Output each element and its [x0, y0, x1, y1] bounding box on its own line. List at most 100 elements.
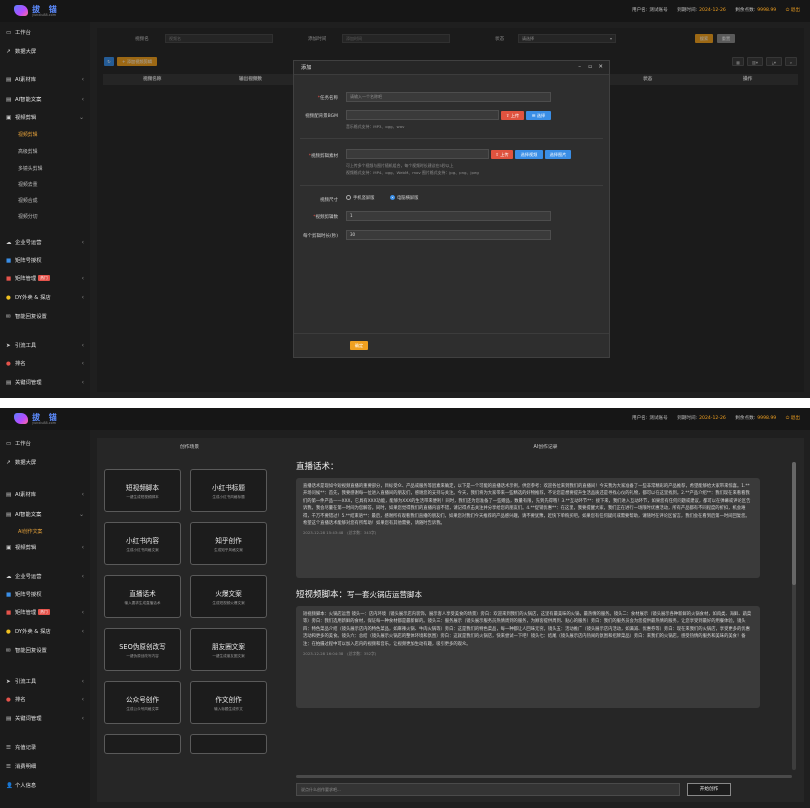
scene-card-hot-copy[interactable]: 火爆文案 生成短视频火爆文案 [190, 575, 267, 618]
prompt-input[interactable]: 说点什么创作要求吧... [296, 783, 680, 796]
sidebar-sub-video-edit[interactable]: 视频剪辑 [0, 129, 90, 141]
material-input[interactable] [346, 149, 489, 159]
top-bar: 拔 锚 yunxiu88.com 用户名: 测试账号 到期时间: 2024-12-2… [0, 0, 810, 22]
sidebar-sub-split[interactable]: 视频分切 [0, 211, 90, 223]
size-option-landscape[interactable]: 电脑横屏版 [390, 195, 418, 201]
choose-image-button[interactable]: 选择图片 [545, 150, 571, 159]
sidebar-item-traffic[interactable]: ➤ 引流工具 ‹ [0, 340, 90, 352]
sidebar-item-dy-food[interactable]: ● DY外卖 & 探店 ‹ [0, 292, 90, 304]
logo-mark-icon [14, 5, 28, 16]
sidebar-item-material[interactable]: ▤ AI素材库 ‹ [0, 489, 90, 501]
logout-button[interactable]: ⏻ 退出 [786, 416, 800, 421]
sidebar-item-copywriting[interactable]: ▤ AI智能文案 ‹ [0, 94, 90, 106]
scene-card-xhs-title[interactable]: 小红书标题 生成小红书风格标题 [190, 469, 267, 512]
radio-icon [346, 195, 351, 200]
doc-icon: ▤ [6, 716, 12, 722]
send-icon: ➤ [6, 679, 11, 685]
sidebar-item-dy-food[interactable]: ● DY外卖 & 探店 ‹ [0, 626, 90, 638]
choose-video-button[interactable]: 选择视频 [515, 150, 543, 159]
message-body: 直播话术是现如今短视频直播的重要部分，目标受众、产品或服务等因素来确定，以下是一… [303, 484, 751, 527]
bgm-input[interactable] [346, 110, 499, 120]
sidebar: ▭ 工作台 ↗ 数据大屏 ▤ AI素材库 ‹ ▤ AI智能文案 ⌄ AI创作文案 ▣ 视频剪辑… [0, 430, 90, 808]
sidebar-item-dashboard[interactable]: ↗ 数据大屏 [0, 46, 90, 58]
list-icon: ☰ [6, 745, 11, 751]
sidebar-sub-compose[interactable]: 视频合成 [0, 195, 90, 207]
sidebar-item-auto-reply[interactable]: ✉ 智能回复设置 [0, 645, 90, 657]
close-icon[interactable]: ✕ [598, 64, 603, 70]
confirm-button[interactable]: 确定 [350, 341, 368, 350]
maximize-icon[interactable]: ▫ [588, 64, 592, 70]
sidebar-sub-advanced-edit[interactable]: 高级剪辑 [0, 146, 90, 158]
record-message: 短视频脚本：火锅店运营 镜头一：店内环境（镜头展示店内装饰，展示客人享受美食的场… [296, 606, 760, 708]
bgm-choose-button[interactable]: ☰ 选择 [526, 111, 551, 120]
list-icon: ☰ [531, 113, 536, 118]
sidebar-item-auto-reply[interactable]: ✉ 智能回复设置 [0, 311, 90, 323]
material-upload-button[interactable]: ⇧ 上传 [491, 150, 513, 159]
bgm-label: 视频配背景BGM [305, 114, 338, 119]
scene-card-seo-rewrite[interactable]: SEO伪原创改写 一键伪原创改写内容 [104, 628, 181, 671]
scene-card-essay[interactable]: 作文创作 输入标题生成作文 [190, 681, 267, 724]
horizontal-scrollbar[interactable] [296, 775, 792, 778]
key-icon: ■ [6, 592, 12, 598]
sidebar-item-traffic[interactable]: ➤ 引流工具 ‹ [0, 676, 90, 688]
scroll-thumb[interactable] [792, 462, 796, 586]
sidebar-item-video-edit[interactable]: ▣ 视频剪辑 ‹ [0, 542, 90, 554]
desktop-icon: ▭ [6, 30, 12, 36]
sidebar-sub-multi-lens[interactable]: 多镜头剪辑 [0, 163, 90, 175]
sidebar-item-matrix-auth[interactable]: ■ 矩阵号授权 [0, 589, 90, 601]
sidebar-sub-ai-copywriting[interactable]: AI创作文案 [0, 526, 90, 538]
expire-label: 到期时间: [677, 8, 698, 13]
sidebar-item-copywriting[interactable]: ▤ AI智能文案 ⌄ [0, 509, 90, 521]
radio-checked-icon [390, 195, 395, 200]
duration-input[interactable]: 30 [346, 230, 551, 240]
video-edit-screen: 拔 锚 yunxiu88.com 用户名: 测试账号 到期时间: 2024-12-2… [0, 0, 810, 398]
sidebar-item-recharge[interactable]: ☰ 充值记录 [0, 742, 90, 754]
sidebar-item-dashboard[interactable]: ↗ 数据大屏 [0, 457, 90, 469]
start-create-button[interactable]: 开始创作 [687, 783, 731, 796]
sidebar-item-rank[interactable]: ● 排名 ‹ [0, 358, 90, 370]
sidebar-item-matrix-auth[interactable]: ■ 矩阵号授权 [0, 255, 90, 267]
sidebar-item-profile[interactable]: 👤 个人信息 [0, 780, 90, 792]
scene-card-moments[interactable]: 朋友圈文案 一键生成朋友圈文案 [190, 628, 267, 671]
sidebar-item-matrix-manage[interactable]: ■ 矩阵管理 热门 ‹ [0, 607, 90, 619]
logout-button[interactable]: ⏻ 退出 [786, 8, 800, 13]
sidebar-item-video-edit[interactable]: ▣ 视频剪辑 ⌄ [0, 112, 90, 124]
sidebar-item-workbench[interactable]: ▭ 工作台 [0, 27, 90, 39]
sidebar-item-material[interactable]: ▤ AI素材库 ‹ [0, 74, 90, 86]
scene-card-official-account[interactable]: 公众号创作 生成公众号风格文章 [104, 681, 181, 724]
chevron-icon: ‹ [81, 76, 84, 83]
record-section-title: 直播话术： [296, 462, 339, 472]
count-input[interactable]: 1 [346, 211, 551, 221]
doc-icon: ▤ [6, 512, 12, 518]
scene-card-live-script[interactable]: 直播话术 输入要求生成直播话术 [104, 575, 181, 618]
logo[interactable]: 拔 锚 yunxiu88.com [14, 3, 74, 19]
task-name-input[interactable]: 请输入一个名称吧 [346, 92, 551, 102]
sidebar-item-enterprise[interactable]: ☁ 企业号运营 ‹ [0, 237, 90, 249]
minimize-icon[interactable]: – [578, 64, 581, 70]
sidebar-item-keywords[interactable]: ▤ 关键词管理 ‹ [0, 377, 90, 389]
sidebar-item-matrix-manage[interactable]: ■ 矩阵管理 热门 ‹ [0, 273, 90, 285]
scene-card-more[interactable] [104, 734, 181, 754]
sidebar-item-rank[interactable]: ● 排名 ‹ [0, 694, 90, 706]
scene-card-more[interactable] [190, 734, 267, 754]
chevron-icon: ‹ [81, 275, 84, 282]
cloud-icon: ☁ [6, 574, 12, 580]
sidebar-item-workbench[interactable]: ▭ 工作台 [0, 438, 90, 450]
grid-icon: ■ [6, 276, 12, 282]
sidebar-item-keywords[interactable]: ▤ 关键词管理 ‹ [0, 713, 90, 725]
scene-card-zhihu[interactable]: 知乎创作 生成知乎风格文案 [190, 522, 267, 565]
scene-card-video-script[interactable]: 短视频脚本 一键生成短视频脚本 [104, 469, 181, 512]
size-option-portrait[interactable]: 手机竖屏版 [346, 195, 374, 201]
logo[interactable]: 拔 锚 yunxiu88.com [14, 411, 74, 427]
upload-icon: ⇧ [505, 113, 510, 118]
bgm-upload-button[interactable]: ⇧ 上传 [501, 111, 524, 120]
sidebar-sub-dedupe[interactable]: 视频去重 [0, 179, 90, 191]
scene-card-xhs-content[interactable]: 小红书内容 生成小红书风格文案 [104, 522, 181, 565]
sidebar-item-consumption[interactable]: ☰ 消费明细 [0, 761, 90, 773]
vertical-scrollbar[interactable] [792, 462, 796, 770]
chart-icon: ↗ [6, 49, 11, 55]
grid-icon: ■ [6, 610, 12, 616]
sidebar-item-enterprise[interactable]: ☁ 企业号运营 ‹ [0, 571, 90, 583]
top-bar: 拔 锚 yunxiu88.com 用户名: 测试账号 到期时间: 2024-12-2… [0, 408, 810, 430]
message-meta: 2023-12-28 15:43:48 (总字数：343字) [303, 530, 377, 536]
